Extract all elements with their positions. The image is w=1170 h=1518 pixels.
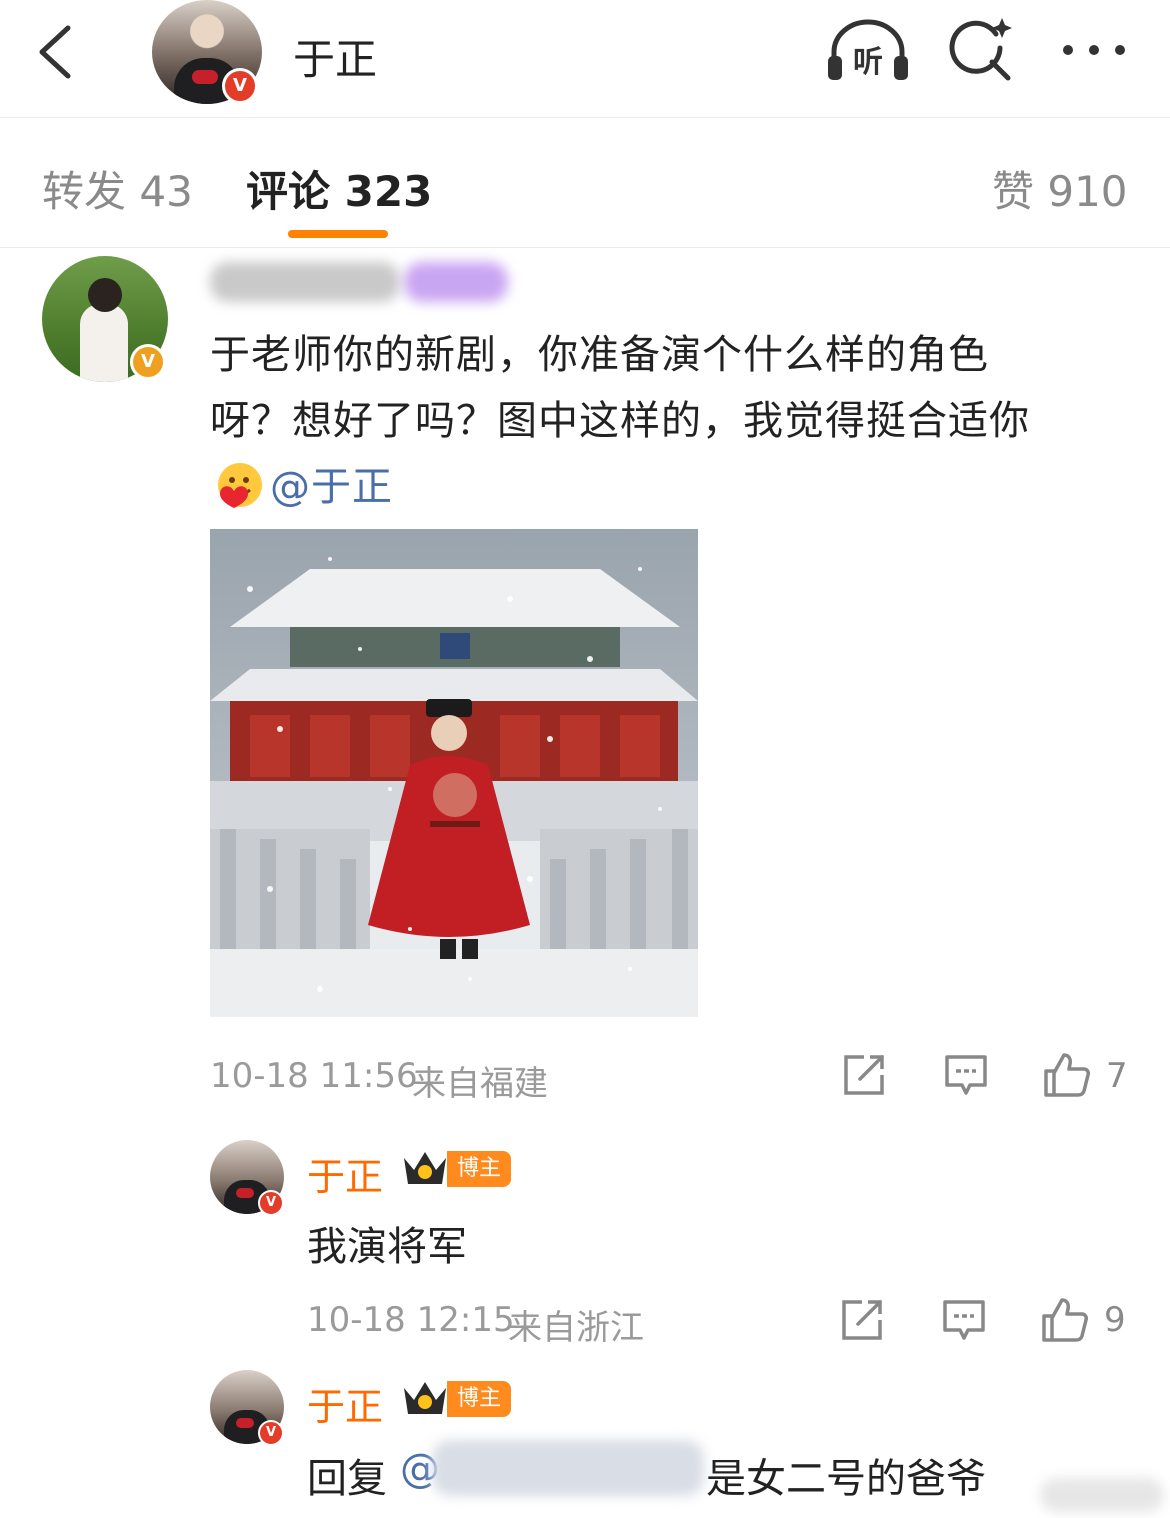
tab-likes[interactable]: 赞 910 — [992, 158, 1128, 219]
like-count: 7 — [1106, 1056, 1128, 1096]
mention-link[interactable]: @于正 — [270, 464, 393, 510]
author-name[interactable]: 于正 — [293, 26, 377, 87]
verified-badge-icon: V — [130, 344, 166, 380]
like-icon[interactable] — [1040, 1296, 1088, 1344]
reply-text: 我演将军 — [307, 1224, 467, 1270]
active-tab-indicator — [288, 230, 388, 238]
reply-time: 10-18 12:15 — [307, 1300, 515, 1340]
top-bar: V 于正 听 — [0, 0, 1170, 118]
comment-time: 10-18 11:56 — [210, 1056, 418, 1096]
like-icon[interactable] — [1042, 1051, 1090, 1099]
more-icon[interactable] — [1058, 40, 1130, 60]
verified-badge-icon: V — [258, 1190, 284, 1216]
reply-prefix: 回复 — [307, 1456, 387, 1502]
blurred-mention-name — [432, 1440, 704, 1496]
back-icon[interactable] — [30, 20, 90, 84]
reply-author-name[interactable]: 于正 — [307, 1146, 383, 1201]
verified-badge-icon: V — [222, 68, 258, 104]
reply-text: 是女二号的爸爷 — [706, 1456, 986, 1502]
host-badge: 博主 — [447, 1381, 512, 1417]
like-count: 9 — [1104, 1300, 1126, 1340]
reply-icon[interactable] — [942, 1298, 986, 1342]
reply-location: 来自浙江 — [508, 1308, 644, 1348]
tab-bar: 转发 43 评论 323 赞 910 — [0, 118, 1170, 248]
verified-badge-icon: V — [258, 1420, 284, 1446]
comment-location: 来自福建 — [412, 1064, 548, 1104]
comment-line-1: 于老师你的新剧，你准备演个什么样的角色 — [210, 332, 989, 378]
comment-text: 于老师你的新剧，你准备演个什么样的角色 呀？想好了吗？图中这样的，我觉得挺合适你… — [210, 322, 1130, 520]
crown-icon — [404, 1152, 446, 1184]
comment-line-2: 呀？想好了吗？图中这样的，我觉得挺合适你 — [210, 398, 1030, 444]
blurred-member-badge — [404, 262, 508, 302]
share-icon[interactable] — [840, 1298, 884, 1342]
host-badge: 博主 — [447, 1151, 512, 1187]
reply-author-name[interactable]: 于正 — [307, 1376, 383, 1431]
tab-comments[interactable]: 评论 323 — [246, 158, 432, 219]
reply-icon[interactable] — [944, 1053, 988, 1097]
share-icon[interactable] — [842, 1053, 886, 1097]
crown-icon — [404, 1382, 446, 1414]
comment-image[interactable] — [210, 529, 698, 1017]
tab-reposts[interactable]: 转发 43 — [42, 158, 193, 219]
watermark — [1040, 1478, 1164, 1512]
search-icon[interactable] — [946, 14, 1016, 84]
blurred-username — [210, 262, 400, 302]
listen-label: 听 — [853, 45, 883, 80]
hug-emoji-icon — [218, 463, 262, 508]
listen-icon[interactable]: 听 — [826, 18, 910, 84]
